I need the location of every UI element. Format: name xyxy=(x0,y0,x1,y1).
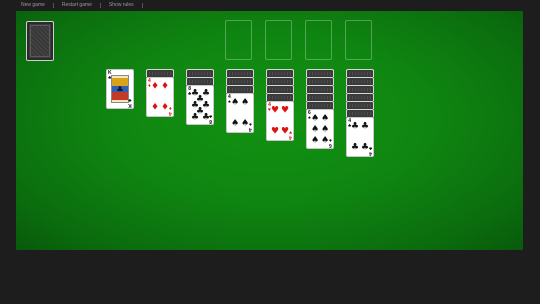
card-corner: K ♣ xyxy=(128,97,132,108)
hidden-card xyxy=(306,93,334,101)
hidden-card xyxy=(346,109,374,117)
spade-icon: ♠ xyxy=(230,97,240,108)
tableau-card-king[interactable]: K ♣ ♣ K ♣ xyxy=(106,69,134,109)
tableau-card-8-clubs[interactable]: 8 ♣ ♣ ♣ ♣ ♣ ♣ ♣ ♣ ♣ 8 ♣ xyxy=(186,85,214,125)
card-corner: 4 ♣ xyxy=(368,145,372,156)
spade-icon: ♠ xyxy=(320,124,330,135)
tableau-card-4-diamonds[interactable]: 4 ♦ ♦ ♦ ♦ ♦ 4 ♦ xyxy=(146,77,174,117)
hidden-card xyxy=(306,69,334,77)
hidden-card xyxy=(186,77,214,85)
hidden-card xyxy=(266,69,294,77)
heart-icon: ♥ xyxy=(280,105,290,116)
hidden-card xyxy=(186,69,214,77)
heart-icon: ♥ xyxy=(270,126,280,137)
hidden-card xyxy=(346,77,374,85)
show-rules-button[interactable]: Show rules xyxy=(101,3,142,8)
tableau-card-4-hearts[interactable]: 4 ♥ ♥ ♥ ♥ ♥ 4 ♥ xyxy=(266,101,294,141)
club-icon: ♣ xyxy=(350,142,360,153)
club-icon: ♣ xyxy=(350,121,360,132)
tableau-card-6-spades[interactable]: 6 ♠ ♠ ♠ ♠ ♠ ♠ ♠ 6 ♠ xyxy=(306,109,334,149)
diamond-icon: ♦ xyxy=(160,81,170,92)
hidden-card xyxy=(226,77,254,85)
spade-icon: ♠ xyxy=(230,118,240,129)
foundation-slot-1[interactable] xyxy=(225,20,252,60)
heart-icon: ♥ xyxy=(280,126,290,137)
hidden-card xyxy=(306,85,334,93)
hidden-card xyxy=(266,93,294,101)
hidden-card xyxy=(346,101,374,109)
hidden-card xyxy=(226,69,254,77)
card-corner: 4 ♠ xyxy=(249,121,252,132)
tableau-card-4-clubs[interactable]: 4 ♣ ♣ ♣ ♣ ♣ 4 ♣ xyxy=(346,117,374,157)
heart-icon: ♥ xyxy=(270,105,280,116)
hidden-card xyxy=(146,69,174,77)
hidden-card xyxy=(266,85,294,93)
stock-pile[interactable] xyxy=(26,21,54,61)
restart-game-button[interactable]: Restart game xyxy=(54,3,100,8)
club-icon: ♣ xyxy=(360,142,370,153)
menu-separator xyxy=(141,3,143,8)
club-icon: ♣ xyxy=(360,121,370,132)
spade-icon: ♠ xyxy=(310,124,320,135)
foundation-slot-4[interactable] xyxy=(345,20,372,60)
tableau-card-4-spades[interactable]: 4 ♠ ♠ ♠ ♠ ♠ 4 ♠ xyxy=(226,93,254,133)
club-icon: ♣ xyxy=(116,85,124,94)
card-corner: 8 ♣ xyxy=(208,113,212,124)
hidden-card xyxy=(306,77,334,85)
diamond-icon: ♦ xyxy=(150,102,160,113)
foundation-slot-2[interactable] xyxy=(265,20,292,60)
hidden-card xyxy=(346,69,374,77)
diamond-icon: ♦ xyxy=(150,81,160,92)
game-table: K ♣ ♣ K ♣ 4 ♦ ♦ ♦ ♦ ♦ 4 ♦ 8 ♣ ♣ ♣ ♣ ♣ ♣ ♣ ♣ ♣… xyxy=(16,11,523,250)
hidden-card xyxy=(346,93,374,101)
menu-bar: New game Restart game Show rules xyxy=(0,0,540,11)
king-portrait: ♣ xyxy=(111,75,129,103)
foundation-slot-3[interactable] xyxy=(305,20,332,60)
spade-icon: ♠ xyxy=(320,113,330,124)
card-corner: 4 ♥ xyxy=(289,129,292,140)
card-back-pattern xyxy=(30,25,50,57)
club-icon: ♣ xyxy=(190,112,200,123)
hidden-card xyxy=(346,85,374,93)
card-corner: 6 ♠ xyxy=(329,137,332,148)
spade-icon: ♠ xyxy=(310,113,320,124)
spade-icon: ♠ xyxy=(310,135,320,146)
spade-icon: ♠ xyxy=(240,97,250,108)
hidden-card xyxy=(226,85,254,93)
card-corner: 4 ♦ xyxy=(169,105,172,116)
new-game-button[interactable]: New game xyxy=(0,3,53,8)
hidden-card xyxy=(266,77,294,85)
hidden-card xyxy=(306,101,334,109)
